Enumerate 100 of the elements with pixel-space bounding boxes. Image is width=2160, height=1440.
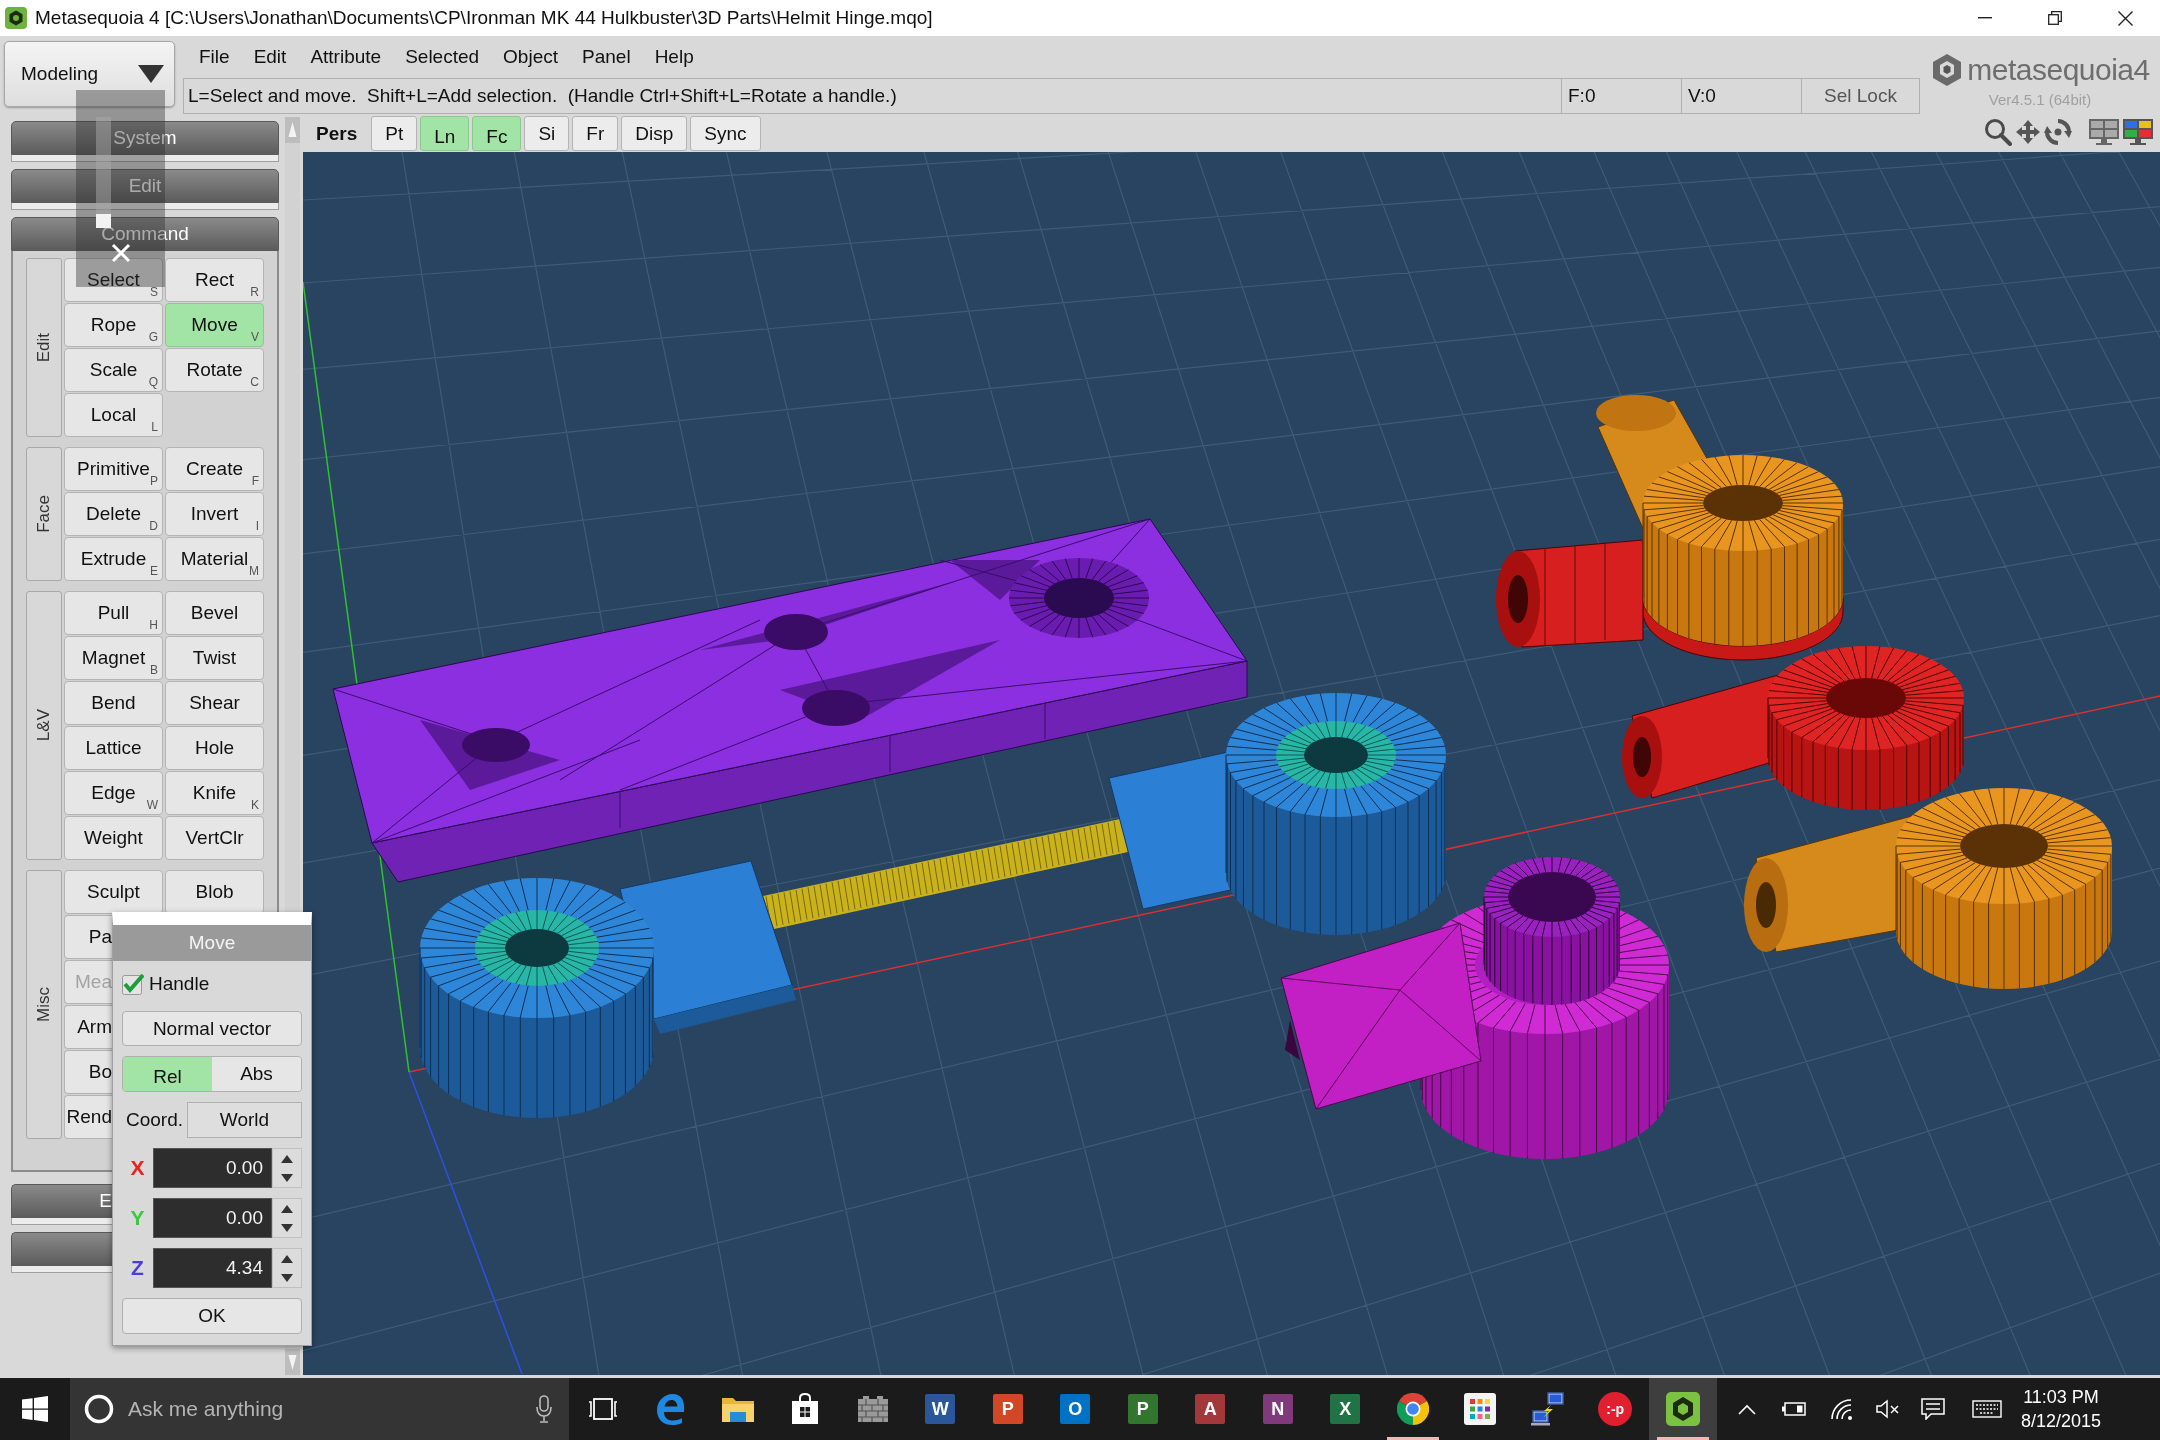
tool-button[interactable]: Lattice [64,726,163,770]
close-icon[interactable] [111,243,131,263]
tool-button[interactable]: Hole [165,726,264,770]
magnifier-icon[interactable] [1984,118,2012,146]
app-tile: O [1060,1394,1091,1424]
tool-button[interactable]: Blob [165,870,264,914]
view-toggle-button[interactable]: Disp [621,116,688,151]
hinge-model[interactable] [1108,692,1447,936]
view-toggle-button[interactable]: Fr [572,116,619,151]
menu-item[interactable]: Selected [393,42,492,72]
axis-label: Z [130,1255,145,1281]
task-view-icon [587,1398,618,1420]
mode-dropdown[interactable]: Modeling [4,41,175,107]
caret-up-icon[interactable] [1738,1403,1756,1415]
menu-item[interactable]: Edit [241,42,299,72]
tool-button[interactable]: Select S [64,258,163,302]
networked-computers-icon [1530,1392,1565,1426]
tool-button[interactable]: Invert I [165,492,264,536]
shortcut-key: M [249,565,259,577]
tool-button[interactable]: Weight [64,816,163,860]
tool-button[interactable]: Move V [165,303,264,347]
taskbar-button[interactable]: A [1176,1378,1244,1440]
four-way-arrow-icon[interactable] [2014,118,2042,146]
checkbox-label: Handle [149,973,210,995]
mode-segment-button[interactable]: Abs [212,1057,301,1091]
taskbar-button[interactable]: :-p [1581,1378,1649,1440]
tool-button[interactable]: Arm [64,1005,112,1049]
coord-dropdown[interactable]: World [187,1102,302,1138]
app-tile: X [1330,1394,1361,1424]
tool-button[interactable]: Rope G [64,303,163,347]
tool-button[interactable]: Rend [64,1095,112,1139]
search-input[interactable]: Ask me anything [128,1397,521,1421]
axis-value-field[interactable]: 4.34 [153,1248,272,1288]
taskbar-button[interactable]: W [906,1378,974,1440]
notification-icon[interactable] [1921,1398,1945,1420]
view-toggle-button[interactable]: Fc [472,116,522,151]
menu-item[interactable]: Object [491,42,570,72]
view-mode-label[interactable]: Pers [313,116,369,151]
microphone-icon[interactable] [535,1395,553,1423]
tool-button[interactable]: Bevel [165,591,264,635]
tool-button[interactable]: Bend [64,681,163,725]
logo-wordmark: metasequoia4 [1967,53,2150,87]
taskbar-button[interactable]: P [1109,1378,1177,1440]
view-toggle-button[interactable]: Sync [690,116,761,151]
view-toggle-button[interactable]: Ln [420,116,470,151]
group-label: Face [26,447,62,581]
keyboard-icon[interactable] [1972,1400,2002,1418]
restore-icon [2048,11,2062,25]
taskbar-button[interactable]: N [1244,1378,1312,1440]
tool-button[interactable]: Magnet B [64,636,163,680]
menu-item[interactable]: Panel [570,42,643,72]
handle-checkbox[interactable] [122,973,144,995]
sel-lock-button[interactable]: Sel Lock [1801,78,1920,114]
taskbar-button[interactable]: P [974,1378,1042,1440]
wifi-icon[interactable] [1829,1398,1854,1420]
tool-button[interactable]: Bo [64,1050,112,1094]
down-triangle-icon [281,1223,293,1232]
normal-vector-button[interactable]: Normal vector [122,1011,302,1046]
knuckle-model[interactable] [1596,395,1844,647]
panel-section-header[interactable]: E [11,1184,112,1218]
view-toggle-button[interactable]: Pt [371,116,418,151]
shortcut-key: R [250,286,259,298]
taskbar-button[interactable] [1649,1378,1717,1440]
tool-button[interactable]: Edge W [64,771,163,815]
taskbar-button[interactable]: O [1041,1378,1109,1440]
axis-value-field[interactable]: 0.00 [153,1198,272,1238]
speaker-muted-icon[interactable] [1875,1399,1900,1419]
taskbar-button[interactable]: X [1311,1378,1379,1440]
tool-button[interactable]: Delete D [64,492,163,536]
tool-button[interactable]: Knife K [165,771,264,815]
tool-button[interactable]: Scale Q [64,348,163,392]
ok-button[interactable]: OK [122,1298,302,1334]
rotate-arrows-icon[interactable] [2044,118,2072,146]
tool-button[interactable]: Pa [64,915,112,959]
knuckle-model[interactable] [1622,645,1965,811]
search-bar[interactable]: Ask me anything [70,1378,569,1440]
knuckle-model[interactable] [1744,787,2113,990]
view-toggle-button[interactable]: Si [524,116,570,151]
bracket-model[interactable] [1280,856,1670,1160]
axis-value-field[interactable]: 0.00 [153,1148,272,1188]
shortcut-key: Q [148,376,158,388]
tool-button[interactable]: Twist [165,636,264,680]
menu-item[interactable]: Help [642,42,706,72]
menu-item[interactable]: Attribute [298,42,394,72]
rod-model[interactable] [763,819,1128,929]
battery-icon[interactable] [1782,1402,1806,1416]
tool-button[interactable]: Rect R [165,258,264,302]
monitor-layout-icon[interactable] [2088,118,2120,146]
tool-button[interactable]: Pull H [64,591,163,635]
tool-button[interactable]: Rotate C [165,348,264,392]
tool-button[interactable]: VertClr [165,816,264,860]
tool-button[interactable]: Create F [165,447,264,491]
tool-button[interactable]: Local L [64,393,163,437]
menu-item[interactable]: File [187,42,242,72]
tool-button[interactable]: Sculpt [64,870,163,914]
monitor-layout-icon[interactable] [2122,118,2154,146]
mode-segment-button[interactable]: Rel [123,1057,212,1091]
ring-icon[interactable] [84,1394,114,1424]
hinge-model[interactable] [419,860,796,1119]
tool-button[interactable]: Shear [165,681,264,725]
